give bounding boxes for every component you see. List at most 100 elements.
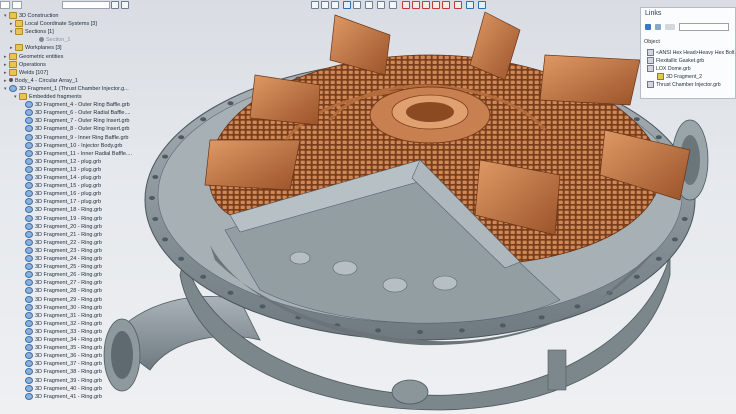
injector-assembly-model[interactable]: [103, 11, 709, 411]
tree-item[interactable]: 3D Fragment_18 - Ring.grb: [20, 206, 102, 214]
tree-item-label: 3D Fragment_19 - Ring.grb: [35, 215, 102, 222]
tree-item[interactable]: 3D Fragment_22 - Ring.grb: [20, 238, 102, 247]
section-icon[interactable]: [402, 1, 410, 9]
filter-dropdown[interactable]: [12, 1, 22, 9]
measure-icon[interactable]: [442, 1, 450, 9]
tree-item[interactable]: 3D Fragment_14 - plug.grb: [20, 174, 101, 182]
tree-item[interactable]: 3D Fragment_29 - Ring.grb: [20, 295, 102, 304]
tree-item[interactable]: 3D Fragment_6 - Outer Radial Baffle....: [20, 109, 131, 117]
tree-item[interactable]: 3D Fragment_11 - Inner Radial Baffle....: [20, 149, 133, 158]
tree-item[interactable]: 3D Fragment_36 - Ring.grb: [20, 352, 102, 360]
tree-item[interactable]: ▸ Body_4 - Circular Array_1: [4, 77, 78, 85]
tree-item[interactable]: ▸ Workplanes [3]: [10, 44, 62, 52]
tree-item[interactable]: 3D Fragment_20 - Ring.grb: [20, 222, 102, 231]
view-cube-icon[interactable]: [466, 1, 474, 9]
tree-item[interactable]: ▸ Welds [107]: [4, 68, 48, 77]
part-icon: [25, 352, 33, 360]
link-item[interactable]: LOX Dome.grb: [647, 65, 691, 73]
tree-item[interactable]: 3D Fragment_24 - Ring.grb: [20, 255, 102, 263]
tree-item-label: 3D Fragment_8 - Outer Ring Insert.grb: [35, 126, 130, 133]
select-icon[interactable]: [331, 1, 339, 9]
view-selector[interactable]: [0, 1, 10, 9]
cursor-icon[interactable]: [321, 1, 329, 9]
tree-item[interactable]: 3D Fragment_32 - Ring.grb: [20, 319, 102, 328]
tree-item-label: Operations: [19, 61, 46, 68]
settings-icon[interactable]: [478, 1, 486, 9]
axes-icon[interactable]: [432, 1, 440, 9]
tree-item[interactable]: 3D Fragment_40 - Ring.grb: [20, 384, 102, 393]
tree-item[interactable]: 3D Fragment_33 - Ring.grb: [20, 327, 102, 336]
tree-item[interactable]: 3D Fragment_25 - Ring.grb: [20, 263, 102, 271]
fit-view-icon[interactable]: [365, 1, 373, 9]
part-icon: [25, 165, 33, 173]
tree-item[interactable]: Section_1: [34, 36, 70, 44]
tree-item[interactable]: 3D Fragment_8 - Outer Ring Insert.grb: [20, 125, 129, 133]
links-filter-input[interactable]: [679, 23, 729, 31]
part-icon: [25, 238, 33, 246]
tree-item[interactable]: 3D Fragment_7 - Outer Ring Insert.grb: [20, 117, 129, 125]
tree-item[interactable]: 3D Fragment_21 - Ring.grb: [20, 230, 102, 239]
tree-item[interactable]: 3D Fragment_34 - Ring.grb: [20, 336, 102, 344]
part-icon: [9, 84, 17, 92]
pan-icon[interactable]: [377, 1, 385, 9]
tree-item[interactable]: ▾ Embedded fragments: [14, 93, 82, 101]
dimension-icon[interactable]: [454, 1, 462, 9]
tree-item[interactable]: 3D Fragment_9 - Inner Ring Baffle.grb: [20, 133, 128, 142]
filter-icon[interactable]: [311, 1, 319, 9]
tree-item[interactable]: 3D Fragment_35 - Ring.grb: [20, 344, 102, 352]
search-input[interactable]: [62, 1, 110, 9]
link-add-icon[interactable]: [645, 24, 651, 30]
search-icon[interactable]: [111, 1, 119, 9]
tree-item-label: 3D Fragment_18 - Ring.grb: [35, 207, 102, 214]
tree-item[interactable]: 3D Fragment_13 - plug.grb: [20, 165, 101, 174]
tree-item[interactable]: 3D Fragment_31 - Ring.grb: [20, 311, 102, 320]
tree-item[interactable]: 3D Fragment_16 - plug.grb: [20, 190, 101, 198]
tree-item[interactable]: 3D Fragment_38 - Ring.grb: [20, 368, 102, 376]
link-item[interactable]: 3D Fragment_2: [657, 73, 702, 81]
link-file-icon: [657, 73, 664, 81]
shading-icon[interactable]: [389, 1, 397, 9]
tree-item[interactable]: 3D Fragment_26 - Ring.grb: [20, 271, 102, 279]
tree-item[interactable]: 3D Fragment_28 - Ring.grb: [20, 287, 102, 295]
part-icon: [25, 263, 33, 271]
part-icon: [25, 392, 33, 400]
grid-icon[interactable]: [422, 1, 430, 9]
tree-item[interactable]: 3D Fragment_17 - plug.grb: [20, 198, 101, 206]
tree-item[interactable]: 3D Fragment_30 - Ring.grb: [20, 303, 102, 312]
zoom-icon[interactable]: [353, 1, 361, 9]
tree-item[interactable]: ▸ Local Coordinate Systems [3]: [10, 20, 97, 28]
links-panel: Links Object <ANSI Hex Head>Heavy Hex Bo…: [640, 7, 736, 99]
part-icon: [25, 271, 33, 279]
tree-item[interactable]: ▸ Geometric entities: [4, 52, 63, 61]
tree-item-label: 3D Fragment_12 - plug.grb: [35, 158, 102, 165]
link-refresh-icon[interactable]: [655, 24, 661, 30]
rotate-icon[interactable]: [343, 1, 351, 9]
tree-item[interactable]: 3D Fragment_19 - Ring.grb: [20, 214, 102, 223]
tree-item[interactable]: ▸ Operations: [4, 60, 46, 69]
link-filter-icon[interactable]: [665, 24, 675, 30]
tree-item[interactable]: 3D Fragment_37 - Ring.grb: [20, 360, 102, 368]
bolt-hole: [200, 274, 207, 279]
tree-item[interactable]: 3D Fragment_27 - Ring.grb: [20, 279, 102, 287]
link-item[interactable]: Flexitallic Gasket.grb: [647, 57, 704, 65]
tree-item-label: Welds [107]: [19, 69, 48, 76]
tree-item[interactable]: ▾ 3D Construction: [4, 12, 58, 20]
filter-options-icon[interactable]: [121, 1, 129, 9]
tree-item[interactable]: 3D Fragment_39 - Ring.grb: [20, 376, 102, 385]
tree-item-label: 3D Fragment_11 - Inner Radial Baffle....: [35, 150, 133, 157]
link-file-icon: [647, 49, 654, 57]
tree-item[interactable]: 3D Fragment_41 - Ring.grb: [20, 392, 102, 401]
link-item[interactable]: <ANSI Hex Head>Heavy Hex Bolt All: [647, 49, 736, 57]
tree-item[interactable]: 3D Fragment_15 - plug.grb: [20, 182, 101, 190]
snap-icon[interactable]: [412, 1, 420, 9]
part-icon: [25, 125, 33, 133]
link-item[interactable]: Thrust Chamber Injector.grb: [647, 81, 721, 89]
part-icon: [25, 368, 33, 376]
tree-item[interactable]: 3D Fragment_23 - Ring.grb: [20, 246, 102, 255]
tree-item[interactable]: ▾ Sections [1]: [10, 28, 54, 36]
part-icon: [25, 109, 33, 117]
tree-item[interactable]: 3D Fragment_12 - plug.grb: [20, 157, 102, 166]
tree-item[interactable]: 3D Fragment_4 - Outer Ring Baffle.grb: [20, 101, 130, 109]
tree-item[interactable]: 3D Fragment_10 - Injector Body.grb: [20, 141, 122, 150]
tree-item[interactable]: ▾ 3D Fragment_1 (Thrust Chamber Injector.…: [4, 84, 129, 93]
